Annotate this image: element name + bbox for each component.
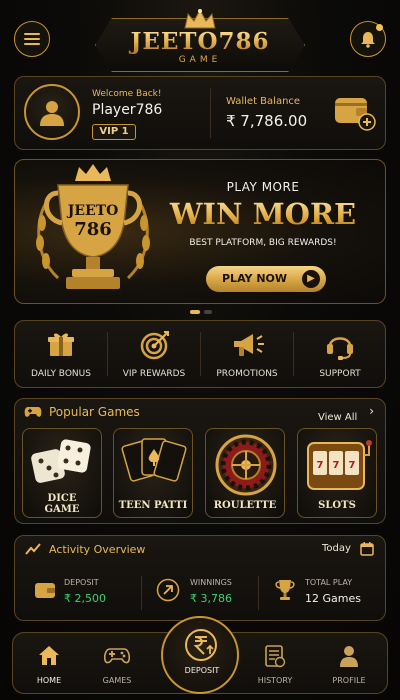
game-tile-teen-patti[interactable]: TEEN PATTI [113,428,193,518]
svg-text:7: 7 [349,460,356,471]
stat-winnings: WINNINGS ₹ 3,786 [156,574,256,610]
stat-value: ₹ 2,500 [64,592,106,605]
crown-icon [184,8,216,29]
play-now-label: PLAY NOW [222,272,288,285]
game-label-line-1: DICE [47,493,77,504]
period-label: Today [322,543,351,554]
nav-deposit[interactable]: DEPOSIT [161,616,239,694]
divider [258,576,259,610]
banner-tagline: BEST PLATFORM, BIG REWARDS! [189,238,337,248]
divider [210,88,211,138]
game-label: ROULETTE [213,500,277,511]
play-now-button[interactable]: PLAY NOW ▶ [206,266,326,292]
carousel-dot-active[interactable] [190,310,200,314]
svg-text:7: 7 [333,460,340,471]
arrow-right-icon: ▶ [302,270,320,288]
stat-label: WINNINGS [190,578,232,587]
game-tile-roulette[interactable]: ROULETTE [205,428,285,518]
trophy-small-icon [275,580,295,600]
gamepad-nav-icon [104,648,130,664]
svg-text:7: 7 [317,460,324,471]
calendar-icon [360,542,374,556]
wallet-balance: ₹ 7,786.00 [226,112,308,130]
chevron-right-icon: › [369,404,374,418]
cards-icon [121,438,187,482]
carousel-dot[interactable] [204,310,212,314]
category-label: SUPPORT [319,369,361,379]
game-label: SLOTS [318,500,356,511]
nav-history[interactable]: HISTORY [240,634,310,692]
category-vip-rewards[interactable]: VIP REWARDS [107,320,201,388]
view-all-link[interactable]: View All › [318,404,378,423]
notification-button[interactable] [350,21,386,57]
logo-title: JEETO786 [0,28,400,55]
nav-profile[interactable]: PROFILE [314,634,384,692]
home-icon [39,646,59,665]
slot-machine-icon: 7 7 7 [307,440,372,490]
arrow-up-right-icon [156,578,180,602]
rupee-upload-icon [185,629,217,661]
player-name: Player786 [92,102,163,118]
banner-headline-small: PLAY MORE [226,180,300,194]
trophy-icon: JEETO 786 [36,164,150,289]
gift-icon [48,333,74,356]
game-label-line-2: GAME [44,504,80,515]
logo-subtitle: GAME [178,55,222,65]
view-all-label: View All [318,412,358,423]
avatar[interactable] [24,84,80,140]
nav-label: DEPOSIT [184,666,220,675]
trend-icon [25,543,41,555]
category-label: PROMOTIONS [216,369,278,379]
nav-games[interactable]: GAMES [82,634,152,692]
bell-icon [361,31,375,48]
stat-value: ₹ 3,786 [190,592,232,605]
category-label: DAILY BONUS [31,369,91,379]
stat-label: DEPOSIT [64,578,99,587]
popular-games-title: Popular Games [49,405,140,419]
nav-label: HOME [36,676,62,685]
category-daily-bonus[interactable]: DAILY BONUS [14,320,108,388]
welcome-text: Welcome Back! [92,89,162,99]
category-label: VIP REWARDS [122,369,186,379]
game-label: TEEN PATTI [118,500,188,511]
nav-label: GAMES [102,676,132,685]
banner-headline-big: WIN MORE [160,197,366,231]
game-label: DICE GAME [23,493,101,515]
nav-label: HISTORY [257,676,293,685]
headset-icon [327,337,353,360]
trophy-text-1: JEETO [66,203,119,219]
divider [141,576,142,610]
wallet-label: Wallet Balance [226,96,301,107]
period-selector[interactable]: Today [320,541,378,559]
wallet-icon [35,583,55,598]
megaphone-icon [234,334,264,356]
vip-badge: VIP 1 [92,124,136,140]
game-tile-slots[interactable]: 7 7 7 SLOTS [297,428,377,518]
stat-total-play: TOTAL PLAY 12 Games [274,574,380,610]
notification-dot [376,24,383,31]
dice-icon [31,439,91,483]
wallet-add-icon [335,98,376,131]
category-support[interactable]: SUPPORT [293,320,387,388]
user-icon [40,101,64,126]
history-icon [265,645,286,668]
target-icon [140,331,169,360]
roulette-icon [215,434,277,496]
game-tile-dice[interactable]: DICE GAME [22,428,102,518]
add-money-button[interactable] [334,95,376,131]
stat-value: 12 Games [305,592,361,605]
stat-deposit: DEPOSIT ₹ 2,500 [34,574,144,610]
activity-title: Activity Overview [49,543,146,556]
nav-home[interactable]: HOME [14,634,84,692]
category-promotions[interactable]: PROMOTIONS [200,320,294,388]
nav-label: PROFILE [332,676,366,685]
stat-label: TOTAL PLAY [305,578,353,587]
trophy-text-2: 786 [74,219,112,240]
profile-icon [340,646,358,667]
gamepad-icon [24,407,42,417]
